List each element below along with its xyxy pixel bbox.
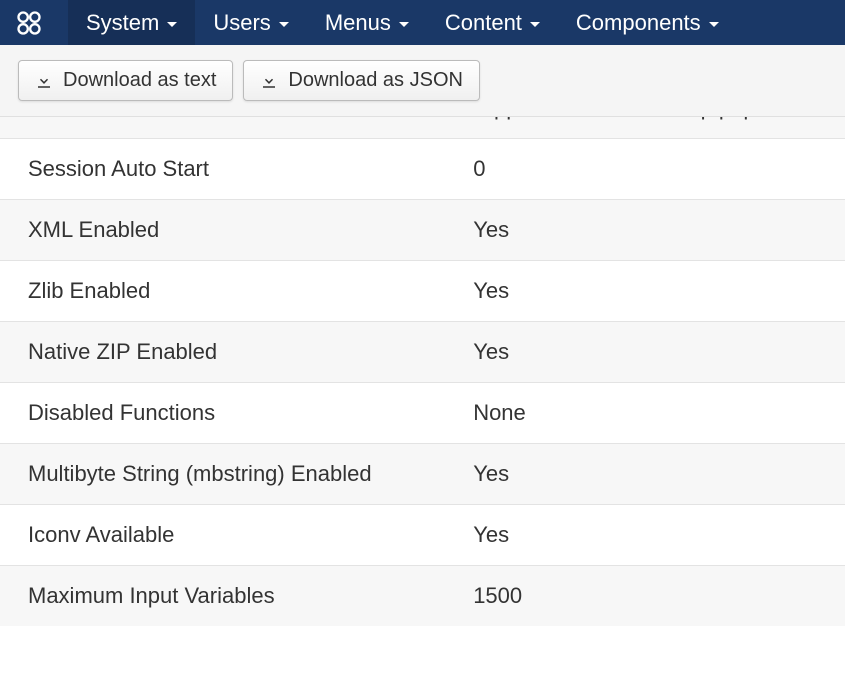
row-label: Session Save Path bbox=[0, 117, 473, 139]
row-value: None bbox=[473, 383, 845, 444]
row-value: Yes bbox=[473, 322, 845, 383]
chevron-down-icon bbox=[530, 22, 540, 27]
row-label: XML Enabled bbox=[0, 200, 473, 261]
nav-content-label: Content bbox=[445, 10, 522, 36]
download-icon bbox=[35, 72, 53, 90]
table-row: Iconv AvailableYes bbox=[0, 505, 845, 566]
download-json-button[interactable]: Download as JSON bbox=[243, 60, 480, 101]
nav-system[interactable]: System bbox=[68, 0, 195, 45]
chevron-down-icon bbox=[167, 22, 177, 27]
nav-users[interactable]: Users bbox=[195, 0, 306, 45]
row-value: Yes bbox=[473, 261, 845, 322]
table-row: Session Auto Start0 bbox=[0, 139, 845, 200]
nav-components[interactable]: Components bbox=[558, 0, 737, 45]
nav-menus-label: Menus bbox=[325, 10, 391, 36]
table-row: Multibyte String (mbstring) EnabledYes bbox=[0, 444, 845, 505]
toolbar: Download as text Download as JSON bbox=[0, 45, 845, 117]
download-text-button[interactable]: Download as text bbox=[18, 60, 233, 101]
nav-users-label: Users bbox=[213, 10, 270, 36]
row-label: Maximum Input Variables bbox=[0, 566, 473, 627]
joomla-logo-icon[interactable] bbox=[15, 9, 43, 37]
row-value: 0 bbox=[473, 139, 845, 200]
row-value: 1500 bbox=[473, 566, 845, 627]
table-row: Maximum Input Variables1500 bbox=[0, 566, 845, 627]
row-value: /Applications/MAMP/tmp/php bbox=[473, 117, 845, 139]
row-value: Yes bbox=[473, 505, 845, 566]
nav-content[interactable]: Content bbox=[427, 0, 558, 45]
download-text-label: Download as text bbox=[63, 69, 216, 92]
nav-components-label: Components bbox=[576, 10, 701, 36]
download-json-label: Download as JSON bbox=[288, 69, 463, 92]
chevron-down-icon bbox=[279, 22, 289, 27]
table-row: XML EnabledYes bbox=[0, 200, 845, 261]
nav-system-label: System bbox=[86, 10, 159, 36]
download-icon bbox=[260, 72, 278, 90]
row-label: Multibyte String (mbstring) Enabled bbox=[0, 444, 473, 505]
top-navigation: System Users Menus Content Components bbox=[0, 0, 845, 45]
system-info-table: Session Save Path/Applications/MAMP/tmp/… bbox=[0, 117, 845, 626]
row-value: Yes bbox=[473, 444, 845, 505]
table-wrapper: Session Save Path/Applications/MAMP/tmp/… bbox=[0, 117, 845, 626]
table-row: Zlib EnabledYes bbox=[0, 261, 845, 322]
row-value: Yes bbox=[473, 200, 845, 261]
row-label: Zlib Enabled bbox=[0, 261, 473, 322]
row-label: Iconv Available bbox=[0, 505, 473, 566]
row-label: Native ZIP Enabled bbox=[0, 322, 473, 383]
table-row: Native ZIP EnabledYes bbox=[0, 322, 845, 383]
chevron-down-icon bbox=[709, 22, 719, 27]
table-row: Session Save Path/Applications/MAMP/tmp/… bbox=[0, 117, 845, 139]
chevron-down-icon bbox=[399, 22, 409, 27]
row-label: Disabled Functions bbox=[0, 383, 473, 444]
nav-menus[interactable]: Menus bbox=[307, 0, 427, 45]
row-label: Session Auto Start bbox=[0, 139, 473, 200]
content-area: Session Save Path/Applications/MAMP/tmp/… bbox=[0, 117, 845, 677]
table-row: Disabled FunctionsNone bbox=[0, 383, 845, 444]
